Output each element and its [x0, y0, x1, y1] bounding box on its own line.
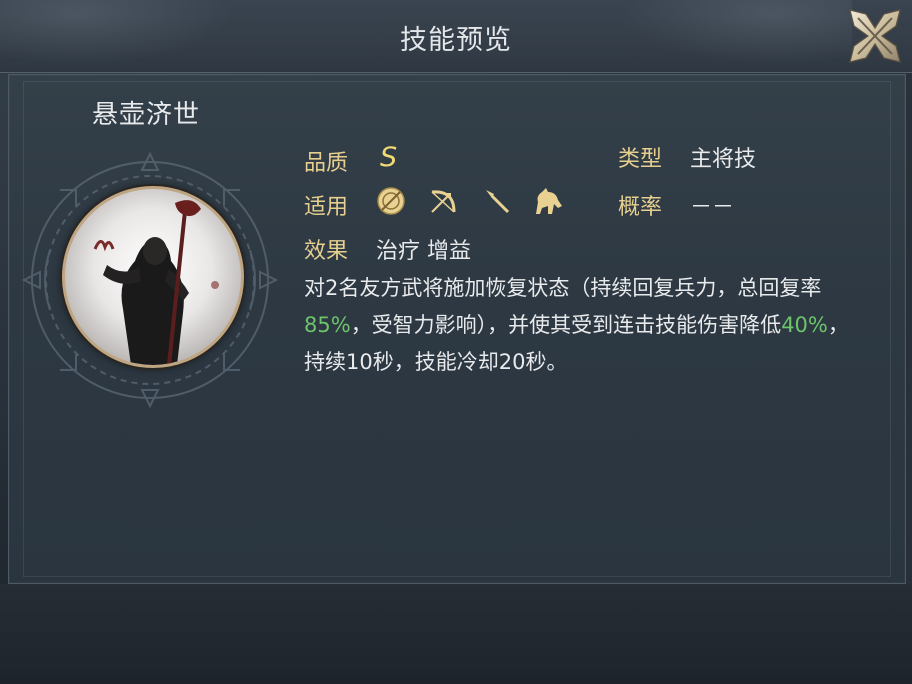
probability-value: －－ — [690, 195, 735, 220]
hermit-figure-icon — [93, 200, 219, 365]
probability-label: 概率 — [618, 195, 663, 220]
type-value: 主将技 — [690, 147, 757, 172]
type-label: 类型 — [618, 147, 663, 172]
effect-value: 治疗 增益 — [376, 239, 471, 264]
quality-grade: S — [380, 142, 398, 173]
close-icon — [849, 9, 901, 63]
skill-description: 对2名友方武将施加恢复状态（持续回复兵力，总回复率 85%，受智力影响），并使其受… — [304, 270, 864, 381]
skill-name: 悬壶济世 — [92, 100, 201, 130]
bow-icon — [431, 190, 456, 213]
close-button[interactable] — [844, 4, 906, 68]
spear-icon — [486, 190, 510, 214]
description-text-1: 对2名友方武将施加恢复状态（持续回复兵力，总回复率 — [304, 276, 822, 300]
quality-label: 品质 — [304, 151, 349, 176]
description-text-2: ，受智力影响），并使其受到连击技能伤害降低 — [350, 313, 782, 337]
effect-label: 效果 — [304, 239, 349, 264]
description-value-2: 40% — [781, 313, 828, 337]
shield-icon — [377, 187, 405, 215]
page-title: 技能预览 — [400, 25, 512, 56]
bottom-bar — [0, 584, 912, 684]
skill-portrait — [62, 186, 244, 368]
header-bar: 技能预览 — [0, 0, 912, 73]
applicable-label: 适用 — [304, 195, 349, 220]
description-value-1: 85% — [304, 313, 351, 337]
horse-icon — [536, 188, 562, 214]
